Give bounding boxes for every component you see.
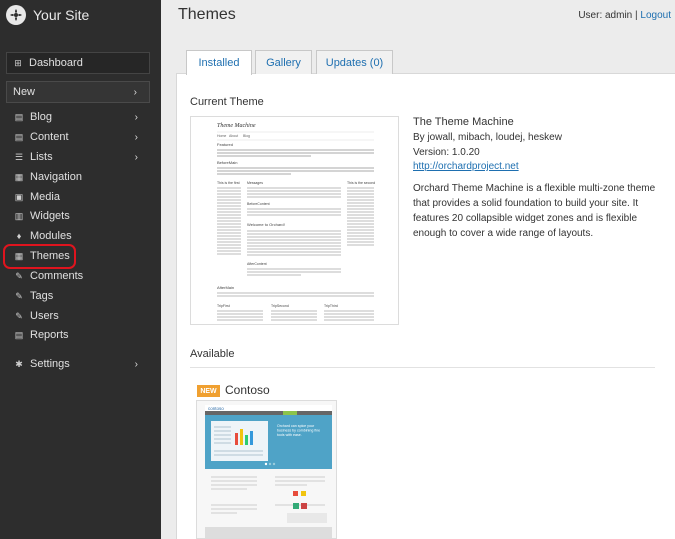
sidebar-item-content[interactable]: ▤ Content › [6,128,150,146]
theme-url-line: http://orchardproject.net [413,161,519,172]
sidebar-item-label: Reports [30,329,69,341]
sidebar-item-widgets[interactable]: ▥ Widgets [6,207,150,225]
preview-aside-first: This is the first [217,181,240,185]
users-icon: ✎ [15,310,23,321]
navigation-icon: ▦ [14,171,24,182]
comments-icon: ✎ [15,270,23,281]
current-theme-name: The Theme Machine [413,116,514,128]
preview-aside-second: This is the second [347,181,375,185]
site-name: Your Site [33,7,90,23]
theme-url-link[interactable]: http://orchardproject.net [413,161,519,172]
preview-messages: Messages [247,181,263,185]
sidebar-new[interactable]: New › [6,81,150,103]
lists-icon: ☰ [14,151,24,162]
current-theme-preview[interactable]: Theme Machine Home About Blog Featured B… [190,116,399,325]
preview-trip-second: TripSecond [271,304,289,308]
preview-before-main: BeforeMain [217,160,237,165]
chevron-right-icon: › [133,86,137,98]
theme-authors: By jowall, mibach, loudej, heskew [413,132,562,143]
modules-icon: ♦ [16,231,22,241]
theme-preview-image: Theme Machine Home About Blog Featured B… [217,123,375,321]
chevron-right-icon: › [134,111,138,123]
preview-trip-third: TripThird [324,304,338,308]
available-heading: Available [190,348,235,360]
current-theme-heading: Current Theme [190,96,264,108]
theme-description: Orchard Theme Machine is a flexible mult… [413,183,656,239]
page-title: Themes [178,6,236,23]
site-brand[interactable]: Your Site [6,4,89,26]
section-divider [190,367,655,368]
sidebar-item-lists[interactable]: ☰ Lists › [6,148,150,166]
user-label: User: admin [578,10,633,21]
sidebar-item-label: Media [30,191,60,203]
preview-featured: Featured [217,142,233,147]
sidebar-item-label: Comments [30,270,84,282]
tags-icon: ✎ [15,290,23,301]
logout-link[interactable]: Logout [640,10,671,21]
chevron-right-icon: › [134,151,138,163]
reports-icon: ▤ [14,329,24,340]
sidebar-item-media[interactable]: ▣ Media [6,188,150,206]
contoso-logo-text: contoso [208,406,224,411]
sidebar-item-label: Content [30,131,69,143]
gear-icon: ✱ [15,358,23,369]
sidebar-dashboard-label: Dashboard [29,57,83,69]
sidebar-new-label: New [13,86,36,98]
sidebar-item-reports[interactable]: ▤ Reports [6,326,150,344]
chevron-right-icon: › [134,358,138,370]
available-theme-name: Contoso [225,383,270,397]
blog-icon: ▤ [14,111,24,122]
sidebar-item-modules[interactable]: ♦ Modules [6,227,150,245]
preview-site-title: Theme Machine [217,123,256,129]
tab-gallery[interactable]: Gallery [255,50,312,74]
new-badge: NEW [197,385,220,397]
user-bar: User: admin | Logout [578,10,671,21]
widgets-icon: ▥ [14,210,24,221]
sidebar-item-label: Modules [30,230,72,242]
tab-updates[interactable]: Updates (0) [316,50,393,74]
sidebar-item-label: Settings [30,358,70,370]
dashboard-icon: ⊞ [14,57,22,68]
orchard-logo-icon [6,5,26,25]
content-icon: ▤ [14,131,24,142]
preview-before-content: BeforeContent [247,202,270,206]
sidebar-item-settings[interactable]: ✱ Settings › [6,355,150,373]
chevron-right-icon: › [134,131,138,143]
preview-welcome: Welcome to Orchard! [247,222,285,227]
contoso-preview-image: contoso Orchard can spice your business b… [197,401,336,538]
sidebar-item-label: Blog [30,111,53,123]
preview-after-content: AfterContent [247,262,267,266]
sidebar-item-label: Widgets [30,210,70,222]
sidebar-item-label: Tags [30,290,54,302]
media-icon: ▣ [14,191,24,202]
sidebar-item-navigation[interactable]: ▦ Navigation [6,168,150,186]
sidebar-item-tags[interactable]: ✎ Tags [6,287,150,305]
preview-nav-blog: Blog [243,134,250,138]
selected-item-highlight [3,244,76,269]
preview-nav-home: Home [217,134,226,138]
user-bar-separator: | [635,10,638,21]
admin-sidebar: Your Site ⊞ Dashboard New › ▤ Blog › ▤ C… [0,0,161,539]
sidebar-item-label: Lists [30,151,53,163]
preview-after-main: AfterMain [217,285,234,290]
sidebar-item-users[interactable]: ✎ Users [6,307,150,325]
preview-trip-first: TripFirst [217,304,230,308]
preview-nav-about: About [229,134,238,138]
sidebar-item-label: Users [30,310,59,322]
contoso-theme-preview[interactable]: contoso Orchard can spice your business b… [196,400,337,539]
theme-version: Version: 1.0.20 [413,147,480,158]
sidebar-item-comments[interactable]: ✎ Comments [6,267,150,285]
sidebar-dashboard[interactable]: ⊞ Dashboard [6,52,150,74]
sidebar-item-label: Navigation [30,171,82,183]
sidebar-item-blog[interactable]: ▤ Blog › [6,108,150,126]
tab-installed[interactable]: Installed [186,50,252,75]
